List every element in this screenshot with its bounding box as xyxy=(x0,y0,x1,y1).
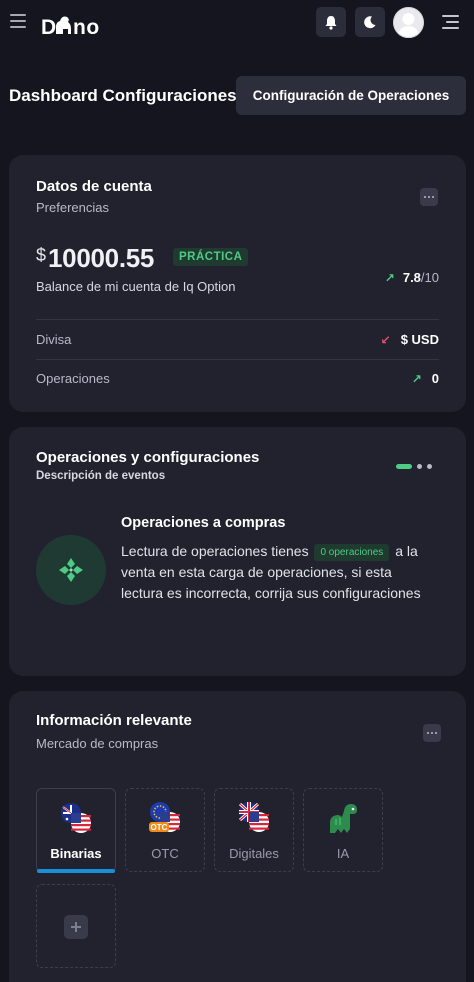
svg-text:OTC: OTC xyxy=(151,823,168,832)
rating-value: 7.8 xyxy=(402,270,421,285)
description-text: Lectura de operaciones tienes xyxy=(121,543,309,559)
more-options-button[interactable] xyxy=(420,188,438,206)
page-title: Dashboard Configuraciones xyxy=(9,86,237,105)
tab-label: Binarias xyxy=(50,846,102,861)
divider xyxy=(36,319,439,320)
uk-usa-flags-icon xyxy=(239,802,269,832)
currency-value: $ USD xyxy=(400,332,439,347)
svg-text:no: no xyxy=(73,16,100,39)
arrow-down-left-icon: ↙ xyxy=(380,332,391,347)
svg-text:D: D xyxy=(41,16,57,39)
currency-symbol: $ xyxy=(36,245,47,265)
balance-value: 10000.55 xyxy=(48,243,155,273)
australia-usa-flags-icon xyxy=(61,803,91,833)
operations-card-title: Operaciones y configuraciones xyxy=(36,449,260,466)
tab-binarias[interactable]: Binarias xyxy=(36,788,116,873)
top-bar: D no xyxy=(0,0,474,48)
carousel-pager xyxy=(396,464,432,469)
tab-digitales[interactable]: Digitales xyxy=(214,788,294,872)
operations-count-badge: 0 operaciones xyxy=(314,544,390,561)
rating-max: /10 xyxy=(420,270,439,285)
tab-otc[interactable]: OTC OTC xyxy=(125,788,205,872)
arrow-up-right-icon: ↗ xyxy=(384,270,395,285)
operations-value: 0 xyxy=(431,371,439,386)
user-avatar[interactable] xyxy=(393,7,424,38)
dinosaur-icon xyxy=(330,804,357,833)
logo[interactable]: D no xyxy=(41,13,111,45)
operations-row-value: ↗ 0 xyxy=(412,371,439,386)
user-avatar-icon xyxy=(393,7,424,38)
hamburger-icon[interactable] xyxy=(10,14,26,28)
operations-icon-circle xyxy=(36,535,106,605)
pager-dot-active[interactable] xyxy=(396,464,412,469)
account-card-subtitle: Preferencias xyxy=(36,200,109,215)
moon-icon xyxy=(364,16,376,29)
operations-item-description: Lectura de operaciones tienes 0 operacio… xyxy=(121,541,426,604)
info-card-title: Información relevante xyxy=(36,712,192,729)
operations-row-label: Operaciones xyxy=(36,371,110,386)
dino-logo-icon: D no xyxy=(41,16,100,39)
balance-label: Balance de mi cuenta de Iq Option xyxy=(36,279,236,294)
spark-icon xyxy=(59,558,83,582)
pager-dot[interactable] xyxy=(427,464,432,469)
currency-row-label: Divisa xyxy=(36,332,72,347)
rating: ↗ 7.8/10 xyxy=(385,270,439,285)
info-card-subtitle: Mercado de compras xyxy=(36,736,159,751)
tab-label: IA xyxy=(336,846,350,861)
arrow-up-right-icon: ↗ xyxy=(411,371,422,386)
bell-icon xyxy=(325,15,337,30)
add-market-button[interactable] xyxy=(36,884,116,968)
operations-item-title: Operaciones a compras xyxy=(121,515,286,531)
tab-ia[interactable]: IA xyxy=(303,788,383,872)
notification-button[interactable] xyxy=(316,7,346,37)
tab-label: Digitales xyxy=(229,846,279,861)
plus-icon xyxy=(64,915,88,939)
account-card-title: Datos de cuenta xyxy=(36,178,152,195)
account-card: Datos de cuenta Preferencias $ 10000.55 … xyxy=(9,155,466,412)
operations-config-button[interactable]: Configuración de Operaciones xyxy=(236,76,466,115)
more-options-button[interactable] xyxy=(423,724,441,742)
align-right-icon[interactable] xyxy=(442,15,459,29)
pager-dot[interactable] xyxy=(417,464,422,469)
operations-card: Operaciones y configuraciones Descripció… xyxy=(9,427,466,676)
info-card: Información relevante Mercado de compras… xyxy=(9,691,466,982)
operations-card-subtitle: Descripción de eventos xyxy=(36,470,166,482)
balance-amount: $ 10000.55 xyxy=(36,243,154,274)
divider xyxy=(36,359,439,360)
mode-badge: PRÁCTICA xyxy=(173,248,249,266)
currency-row-value: ↙ $ USD xyxy=(381,332,439,347)
eu-usa-otc-flags-icon: OTC xyxy=(149,802,180,832)
tab-label: OTC xyxy=(151,846,179,861)
theme-toggle-button[interactable] xyxy=(355,7,385,37)
